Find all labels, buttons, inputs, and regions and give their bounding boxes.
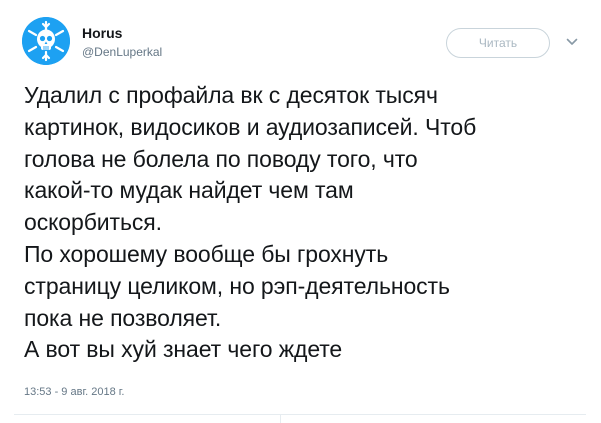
tweet-text-line: пока не позволяет. xyxy=(24,304,222,331)
chevron-down-icon xyxy=(566,38,578,45)
tweet-menu-button[interactable] xyxy=(566,37,578,47)
snowflake-skull-icon xyxy=(22,17,70,65)
tweet-text-line: какой-то мудак найдет чем там xyxy=(24,177,354,204)
tweet-text-line: А вот вы хуй знает чего ждете xyxy=(24,336,343,363)
tweet-text-line: страницу целиком, но рэп-деятельность xyxy=(24,272,450,299)
author-name[interactable]: Horus xyxy=(82,24,122,42)
tweet-text-line: картинок, видосиков и аудиозаписей. Чтоб xyxy=(24,113,477,140)
divider xyxy=(14,414,586,415)
follow-button[interactable]: Читать xyxy=(446,28,550,58)
tweet-text: Удалил с профайла вк с десяток тысяч кар… xyxy=(24,80,594,366)
tweet-timestamp[interactable]: 13:53 - 9 авг. 2018 г. xyxy=(24,385,124,399)
tweet-text-line: По хорошему вообще бы грохнуть xyxy=(24,240,389,267)
tweet-text-line: оскорбиться. xyxy=(24,209,162,236)
author-handle[interactable]: @DenLuperkal xyxy=(82,44,162,60)
avatar[interactable] xyxy=(22,17,70,65)
divider xyxy=(280,414,281,423)
tweet-card: Horus @DenLuperkal Читать Удалил с профа… xyxy=(0,0,601,423)
tweet-text-line: Удалил с профайла вк с десяток тысяч xyxy=(24,82,438,108)
tweet-text-line: голова не болела по поводу того, что xyxy=(24,145,418,172)
